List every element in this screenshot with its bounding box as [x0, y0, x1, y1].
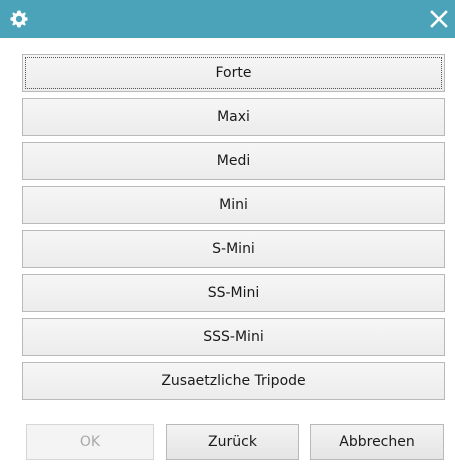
option-button-zusaetzliche-tripode[interactable]: Zusaetzliche Tripode [22, 362, 445, 400]
option-button-mini[interactable]: Mini [22, 186, 445, 224]
option-button-sss-mini[interactable]: SSS-Mini [22, 318, 445, 356]
option-button-ss-mini[interactable]: SS-Mini [22, 274, 445, 312]
back-button[interactable]: Zurück [166, 424, 299, 460]
close-icon[interactable] [427, 7, 451, 31]
ok-button[interactable]: OK [26, 424, 154, 460]
cancel-button[interactable]: Abbrechen [310, 424, 444, 460]
dialog-footer: OK Zurück Abbrechen [0, 416, 455, 464]
option-list: Forte Maxi Medi Mini S-Mini SS-Mini SSS-… [22, 54, 445, 406]
dialog-window: Forte Maxi Medi Mini S-Mini SS-Mini SSS-… [0, 0, 455, 465]
gear-icon [10, 10, 28, 28]
option-button-forte[interactable]: Forte [22, 54, 445, 92]
option-button-medi[interactable]: Medi [22, 142, 445, 180]
option-button-maxi[interactable]: Maxi [22, 98, 445, 136]
dialog-content: Forte Maxi Medi Mini S-Mini SS-Mini SSS-… [0, 38, 455, 465]
option-button-s-mini[interactable]: S-Mini [22, 230, 445, 268]
title-bar [0, 0, 455, 38]
